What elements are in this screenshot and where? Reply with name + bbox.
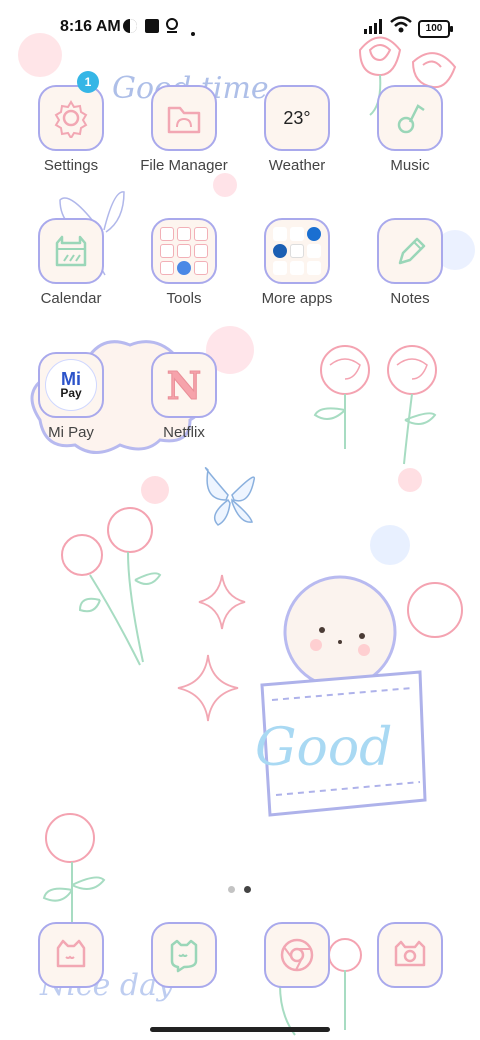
chat-bubble-icon[interactable] <box>151 922 217 988</box>
app-notes[interactable]: Notes <box>362 218 458 328</box>
chrome-browser-icon[interactable] <box>264 922 330 988</box>
app-label: Mi Pay <box>48 424 94 441</box>
netflix-logo-letter: N <box>166 362 202 408</box>
app-label: Notes <box>390 290 430 307</box>
more-notifications-dot-icon <box>190 24 196 42</box>
page-dot-1[interactable] <box>228 886 235 893</box>
pencil-icon[interactable] <box>377 218 443 284</box>
status-bar: 8:16 AM 100 <box>0 0 480 56</box>
app-label: Settings <box>43 157 99 174</box>
mi-pay-logo-mi: Mi <box>61 369 81 389</box>
tools-folder-icon[interactable] <box>151 218 217 284</box>
app-mi-pay[interactable]: Mi Pay Mi Pay <box>23 352 119 462</box>
app-label: More apps <box>261 290 333 307</box>
app-label: Calendar <box>40 290 102 307</box>
mi-pay-logo-icon[interactable]: Mi Pay <box>38 352 104 418</box>
app-tools-folder[interactable]: Tools <box>136 218 232 328</box>
app-more-apps-folder[interactable]: More apps <box>249 218 345 328</box>
wifi-icon <box>390 16 412 39</box>
vpn-icon <box>122 18 138 39</box>
dock-app-cat-1[interactable] <box>23 922 119 1032</box>
mi-pay-logo-pay: Pay <box>60 386 82 400</box>
app-label: Tools <box>166 290 202 307</box>
dock-app-camera[interactable] <box>362 922 458 1032</box>
battery-indicator: 100 <box>418 20 453 38</box>
music-note-icon[interactable] <box>377 85 443 151</box>
app-music[interactable]: Music <box>362 85 458 195</box>
page-indicator <box>228 880 260 898</box>
app-calendar[interactable]: Calendar <box>23 218 119 328</box>
dock-app-chat[interactable] <box>136 922 232 1032</box>
wallpaper-bag-text: Good <box>255 718 392 778</box>
signal-icon <box>364 18 386 39</box>
camera-icon[interactable] <box>377 922 443 988</box>
app-file-manager[interactable]: File Manager <box>136 85 232 195</box>
gesture-home-bar[interactable] <box>150 1027 330 1032</box>
weather-icon[interactable]: 23° <box>264 85 330 151</box>
folder-icon[interactable] <box>151 85 217 151</box>
weather-temperature: 23° <box>283 107 311 128</box>
app-netflix[interactable]: N Netflix <box>136 352 232 462</box>
app-label: Weather <box>268 157 326 174</box>
location-pin-icon <box>164 18 180 39</box>
netflix-logo-icon[interactable]: N <box>151 352 217 418</box>
status-time: 8:16 AM <box>60 18 121 35</box>
settings-icon[interactable] <box>38 85 104 151</box>
more-apps-folder-icon[interactable] <box>264 218 330 284</box>
page-dot-2-active[interactable] <box>244 886 251 893</box>
cat-face-icon[interactable] <box>38 922 104 988</box>
app-label: Netflix <box>163 424 205 441</box>
app-label: File Manager <box>140 157 228 174</box>
app-settings[interactable]: 1 Settings <box>23 71 119 195</box>
app-weather[interactable]: 23° Weather <box>249 85 345 195</box>
dock-app-chrome[interactable] <box>249 922 345 1032</box>
calendar-icon[interactable] <box>38 218 104 284</box>
notification-square-icon <box>144 18 160 39</box>
app-label: Music <box>390 157 430 174</box>
notification-badge: 1 <box>77 71 99 93</box>
